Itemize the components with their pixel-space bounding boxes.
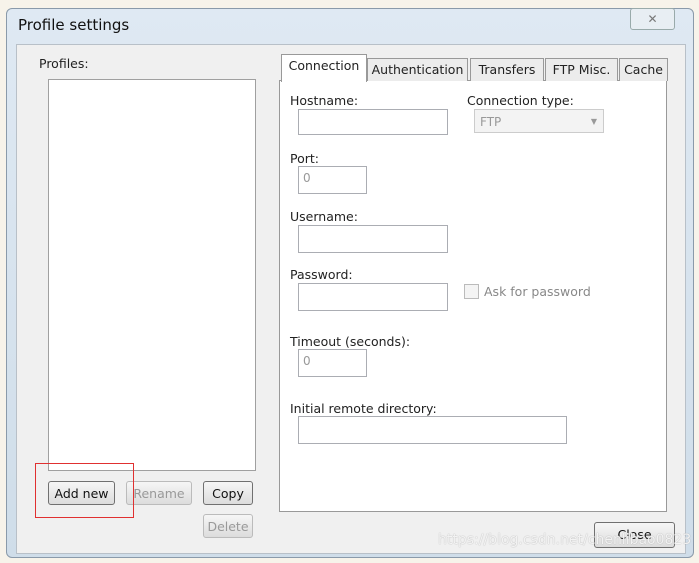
dialog-title: Profile settings [18, 16, 130, 34]
tab-authentication[interactable]: Authentication [367, 58, 468, 81]
copy-button[interactable]: Copy [203, 481, 253, 505]
close-x-icon[interactable]: ✕ [630, 8, 675, 30]
profiles-label: Profiles: [39, 56, 89, 71]
port-input[interactable]: 0 [298, 166, 367, 194]
chevron-down-icon: ▼ [590, 117, 597, 126]
ask-password-label: Ask for password [484, 284, 591, 299]
hostname-input[interactable] [298, 109, 448, 135]
connection-type-label: Connection type: [467, 93, 574, 108]
highlight-annotation [35, 463, 134, 518]
timeout-input[interactable]: 0 [298, 349, 367, 377]
password-input[interactable] [298, 283, 448, 311]
hostname-label: Hostname: [290, 93, 359, 108]
tab-connection[interactable]: Connection [281, 54, 367, 82]
watermark: https://blog.csdn.net/chenlibao0823 [438, 532, 692, 548]
username-label: Username: [290, 209, 358, 224]
remote-directory-input[interactable] [298, 416, 567, 444]
connection-type-value: FTP [480, 115, 502, 129]
delete-button[interactable]: Delete [203, 514, 253, 538]
tab-transfers[interactable]: Transfers [470, 58, 544, 81]
port-label: Port: [290, 151, 319, 166]
password-label: Password: [290, 267, 353, 282]
timeout-label: Timeout (seconds): [290, 334, 411, 349]
connection-type-select[interactable]: FTP ▼ [474, 109, 604, 133]
rename-button[interactable]: Rename [126, 481, 192, 505]
ask-password-checkbox[interactable] [464, 284, 479, 299]
username-input[interactable] [298, 225, 448, 253]
tab-ftp-misc[interactable]: FTP Misc. [545, 58, 618, 81]
remote-directory-label: Initial remote directory: [290, 401, 437, 416]
profiles-list[interactable] [48, 79, 256, 471]
tab-cache[interactable]: Cache [619, 58, 668, 81]
